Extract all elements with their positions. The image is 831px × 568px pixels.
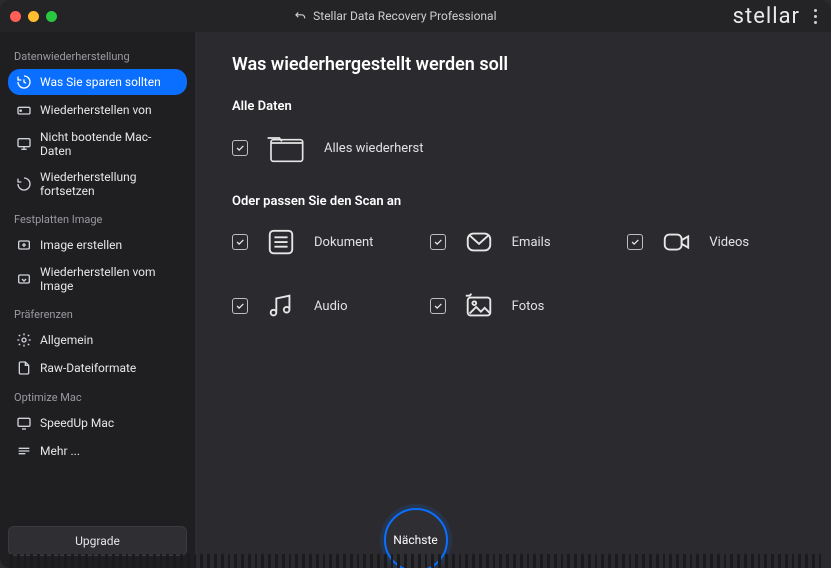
type-audio: Audio bbox=[232, 289, 400, 323]
checkbox-emails[interactable] bbox=[430, 234, 446, 250]
sidebar-item-label: Wiederherstellen von bbox=[40, 103, 152, 117]
audio-icon bbox=[264, 289, 298, 323]
type-document: Dokument bbox=[232, 225, 400, 259]
disk-restore-icon bbox=[16, 271, 32, 287]
video-icon bbox=[659, 225, 693, 259]
titlebar: Stellar Data Recovery Professional stell… bbox=[0, 0, 831, 32]
sidebar-item-what-to-recover[interactable]: Was Sie sparen sollten bbox=[8, 69, 187, 95]
next-label: Nächste bbox=[393, 533, 437, 547]
page-title: Was wiederhergestellt werden soll bbox=[232, 54, 795, 75]
sidebar-item-label: Wiederherstellung fortsetzen bbox=[40, 170, 179, 198]
checkbox-videos[interactable] bbox=[627, 234, 643, 250]
window-title: Stellar Data Recovery Professional bbox=[57, 9, 733, 23]
window-controls bbox=[10, 11, 57, 22]
sidebar: Datenwiederherstellung Was Sie sparen so… bbox=[0, 32, 196, 568]
type-label: Dokument bbox=[314, 235, 373, 250]
sidebar-section-optimize: Optimize Mac bbox=[8, 383, 187, 408]
sidebar-item-label: Raw-Dateiformate bbox=[40, 361, 136, 375]
sidebar-item-label: Nicht bootende Mac-Daten bbox=[40, 130, 179, 158]
sidebar-item-restore-from-image[interactable]: Wiederherstellen vom Image bbox=[8, 260, 187, 298]
type-label: Videos bbox=[709, 235, 749, 250]
recover-all-label: Alles wiederherst bbox=[324, 141, 424, 156]
custom-scan-heading: Oder passen Sie den Scan an bbox=[232, 194, 795, 209]
type-label: Emails bbox=[512, 235, 551, 250]
more-menu-button[interactable] bbox=[810, 5, 821, 28]
sidebar-item-resume-recovery[interactable]: Wiederherstellung fortsetzen bbox=[8, 165, 187, 203]
brand-text: stellar bbox=[733, 4, 800, 29]
folder-icon bbox=[266, 130, 306, 166]
main-content: Was wiederhergestellt werden soll Alle D… bbox=[196, 32, 831, 568]
sidebar-item-label: Mehr ... bbox=[40, 444, 80, 458]
checkbox-all[interactable] bbox=[232, 140, 248, 156]
more-icon bbox=[16, 443, 32, 459]
sidebar-item-raw-formats[interactable]: Raw-Dateiformate bbox=[8, 355, 187, 381]
sidebar-item-label: Image erstellen bbox=[40, 238, 122, 252]
sidebar-item-non-booting-mac[interactable]: Nicht bootende Mac-Daten bbox=[8, 125, 187, 163]
sidebar-item-label: Was Sie sparen sollten bbox=[40, 75, 161, 89]
type-emails: Emails bbox=[430, 225, 598, 259]
checkbox-document[interactable] bbox=[232, 234, 248, 250]
type-label: Fotos bbox=[512, 299, 545, 314]
close-icon[interactable] bbox=[10, 11, 21, 22]
minimize-icon[interactable] bbox=[28, 11, 39, 22]
sidebar-item-create-image[interactable]: Image erstellen bbox=[8, 232, 187, 258]
email-icon bbox=[462, 225, 496, 259]
sidebar-item-general[interactable]: Allgemein bbox=[8, 327, 187, 353]
restore-icon bbox=[16, 74, 32, 90]
upgrade-button[interactable]: Upgrade bbox=[8, 526, 187, 556]
speed-icon bbox=[16, 415, 32, 431]
all-data-heading: Alle Daten bbox=[232, 99, 795, 114]
disk-plus-icon bbox=[16, 237, 32, 253]
type-label: Audio bbox=[314, 299, 347, 314]
app-title-text: Stellar Data Recovery Professional bbox=[313, 9, 496, 23]
bottom-rule-decoration bbox=[10, 554, 821, 568]
file-icon bbox=[16, 360, 32, 376]
sidebar-item-label: SpeedUp Mac bbox=[40, 416, 114, 430]
refresh-icon bbox=[16, 176, 32, 192]
recover-all-row: Alles wiederherst bbox=[232, 130, 795, 166]
sidebar-section-image: Festplatten Image bbox=[8, 205, 187, 230]
sidebar-item-more[interactable]: Mehr ... bbox=[8, 438, 187, 464]
brand-logo: stellar bbox=[733, 4, 800, 29]
checkbox-photos[interactable] bbox=[430, 298, 446, 314]
document-icon bbox=[264, 225, 298, 259]
sidebar-section-recovery: Datenwiederherstellung bbox=[8, 42, 187, 67]
maximize-icon[interactable] bbox=[46, 11, 57, 22]
checkbox-audio[interactable] bbox=[232, 298, 248, 314]
sidebar-item-label: Allgemein bbox=[40, 333, 93, 347]
monitor-icon bbox=[16, 136, 32, 152]
type-videos: Videos bbox=[627, 225, 795, 259]
type-photos: Fotos bbox=[430, 289, 598, 323]
gear-icon bbox=[16, 332, 32, 348]
upgrade-label: Upgrade bbox=[75, 534, 120, 548]
photo-icon bbox=[462, 289, 496, 323]
sidebar-section-prefs: Präferenzen bbox=[8, 300, 187, 325]
type-grid: Dokument Emails Videos bbox=[232, 225, 795, 323]
drive-icon bbox=[16, 102, 32, 118]
sidebar-item-speedup-mac[interactable]: SpeedUp Mac bbox=[8, 410, 187, 436]
back-icon bbox=[293, 9, 307, 23]
sidebar-item-label: Wiederherstellen vom Image bbox=[40, 265, 179, 293]
sidebar-item-recover-from[interactable]: Wiederherstellen von bbox=[8, 97, 187, 123]
